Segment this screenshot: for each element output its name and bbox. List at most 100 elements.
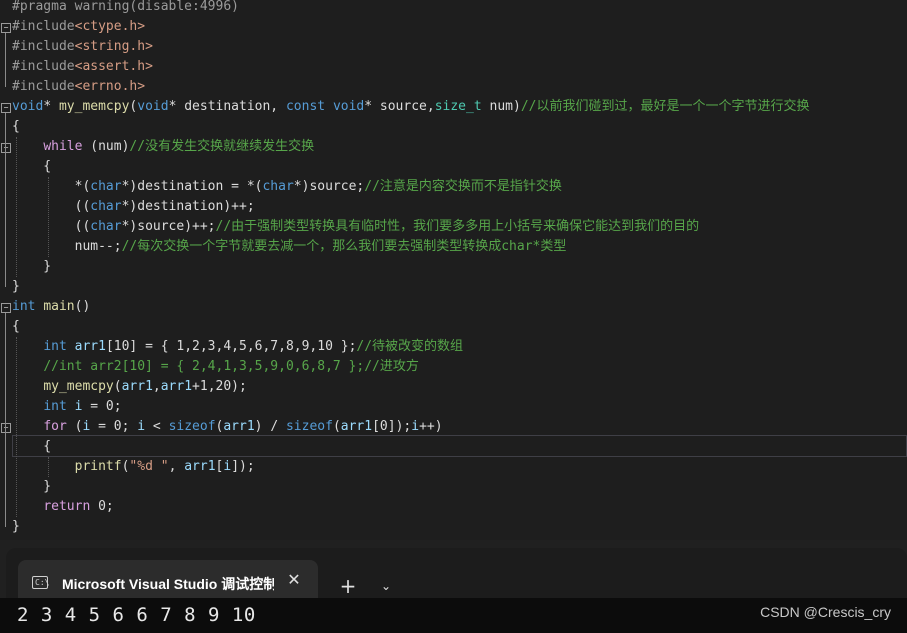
code-line[interactable]: } [12, 257, 51, 277]
code-token: //int arr2[10] = { 2,4,1,3,5,9,0,6,8,7 }… [43, 359, 419, 374]
new-tab-button[interactable]: + [336, 574, 360, 598]
code-token: *( [12, 179, 91, 194]
debug-console-window: C:\ Microsoft Visual Studio 调试控制台 ✕ + ⌄ … [0, 540, 907, 633]
code-token: void [332, 99, 365, 114]
code-token: arr1 [223, 419, 255, 434]
code-token: return [43, 499, 91, 514]
code-line[interactable]: #include<string.h> [12, 37, 153, 57]
terminal-tab-bar: C:\ Microsoft Visual Studio 调试控制台 ✕ + ⌄ [6, 548, 907, 606]
code-line[interactable]: #include<ctype.h> [12, 17, 145, 37]
code-line[interactable]: int i = 0; [12, 397, 121, 417]
code-token: //以前我们碰到过，最好是一个一个字节进行交换 [520, 99, 810, 114]
code-line[interactable]: int arr1[10] = { 1,2,3,4,5,6,7,8,9,10 };… [12, 337, 463, 357]
code-line[interactable]: #pragma warning(disable:4996) [12, 0, 239, 17]
code-line[interactable]: *(char*)destination = *(char*)source;//注… [12, 177, 562, 197]
code-line[interactable]: while (num)//没有发生交换就继续发生交换 [12, 137, 314, 157]
code-line[interactable]: for (i = 0; i < sizeof(arr1) / sizeof(ar… [12, 417, 443, 437]
code-token: , [168, 459, 185, 474]
code-line[interactable]: num--;//每次交换一个字节就要去减一个，那么我们要去强制类型转换成char… [12, 237, 567, 257]
code-token: for [43, 419, 67, 434]
code-line[interactable]: } [12, 277, 20, 297]
code-line[interactable]: //int arr2[10] = { 2,4,1,3,5,9,0,6,8,7 }… [12, 357, 419, 377]
code-token: () [74, 299, 91, 314]
code-token: num--; [12, 239, 122, 254]
fold-toggle-icon[interactable]: − [1, 103, 11, 113]
code-token: ( [66, 419, 83, 434]
code-token: *)destination = *( [121, 179, 263, 194]
watermark: CSDN @Crescis_cry [760, 604, 891, 620]
close-icon[interactable]: ✕ [284, 570, 304, 590]
console-output-area[interactable]: 2 3 4 5 6 6 7 8 9 10 CSDN @Crescis_cry [0, 598, 907, 633]
code-token: #include [12, 39, 75, 54]
code-token: void [12, 99, 44, 114]
chevron-down-icon[interactable]: ⌄ [374, 574, 398, 598]
code-line[interactable]: { [12, 437, 51, 457]
code-token: <errno.h> [74, 79, 146, 94]
code-token: i [137, 419, 146, 434]
code-line[interactable]: #include<assert.h> [12, 57, 153, 77]
code-line[interactable]: { [12, 157, 51, 177]
console-output: 2 3 4 5 6 6 7 8 9 10 [17, 604, 256, 626]
code-token: 0; [90, 499, 114, 514]
code-token: #include [12, 19, 75, 34]
code-token: { [12, 439, 52, 454]
code-line[interactable]: { [12, 317, 20, 337]
fold-toggle-icon[interactable]: − [1, 423, 11, 433]
code-token: void [137, 99, 169, 114]
code-token: (num) [82, 139, 130, 154]
code-line[interactable]: void* my_memcpy(void* destination, const… [12, 97, 809, 117]
code-token: size_t [434, 99, 482, 114]
code-line[interactable]: ((char*)source)++;//由于强制类型转换具有临时性，我们要多多用… [12, 217, 700, 237]
code-token: const [285, 99, 326, 114]
code-token: ) / [254, 419, 286, 434]
code-token: { [12, 119, 20, 134]
code-line[interactable]: my_memcpy(arr1,arr1+1,20); [12, 377, 247, 397]
code-token: #include [12, 79, 75, 94]
code-line[interactable]: { [12, 117, 20, 137]
code-line[interactable]: int main() [12, 297, 90, 317]
code-token: #include [12, 59, 75, 74]
code-token: ++) [419, 419, 443, 434]
code-token: sizeof [285, 419, 333, 434]
code-token: num) [481, 99, 521, 114]
code-token: , [152, 379, 161, 394]
code-token: i [223, 459, 232, 474]
code-editor[interactable]: #pragma warning(disable:4996) #include<ct… [0, 0, 907, 540]
code-token: +1,20); [192, 379, 247, 394]
code-token: ( [332, 419, 341, 434]
fold-rail [5, 33, 6, 87]
fold-toggle-icon[interactable]: − [1, 143, 11, 153]
code-token: int [43, 399, 67, 414]
indent-guide [16, 137, 17, 277]
code-line[interactable]: } [12, 477, 51, 497]
code-token: = 0; [90, 419, 138, 434]
code-token: char [90, 219, 122, 234]
fold-toggle-icon[interactable]: − [1, 23, 11, 33]
code-token: sizeof [168, 419, 216, 434]
code-token: while [43, 139, 83, 154]
code-token: #pragma warning(disable:4996) [12, 0, 239, 14]
code-token: } [12, 279, 20, 294]
code-token: [0]); [372, 419, 412, 434]
console-icon: C:\ [32, 576, 49, 589]
code-token: ( [113, 379, 122, 394]
code-token: <ctype.h> [74, 19, 146, 34]
code-line[interactable]: } [12, 517, 20, 537]
code-line[interactable]: return 0; [12, 497, 114, 517]
code-token: my_memcpy [43, 379, 114, 394]
code-token: (( [12, 219, 91, 234]
code-token: arr1 [184, 459, 216, 474]
code-token: my_memcpy [58, 99, 130, 114]
code-token: } [12, 259, 52, 274]
code-token: //待被改变的数组 [356, 339, 464, 354]
code-token: char [262, 179, 294, 194]
code-token: * source, [364, 99, 435, 114]
fold-rail [5, 313, 6, 527]
code-token: } [12, 479, 52, 494]
code-line[interactable]: #include<errno.h> [12, 77, 145, 97]
fold-toggle-icon[interactable]: − [1, 303, 11, 313]
